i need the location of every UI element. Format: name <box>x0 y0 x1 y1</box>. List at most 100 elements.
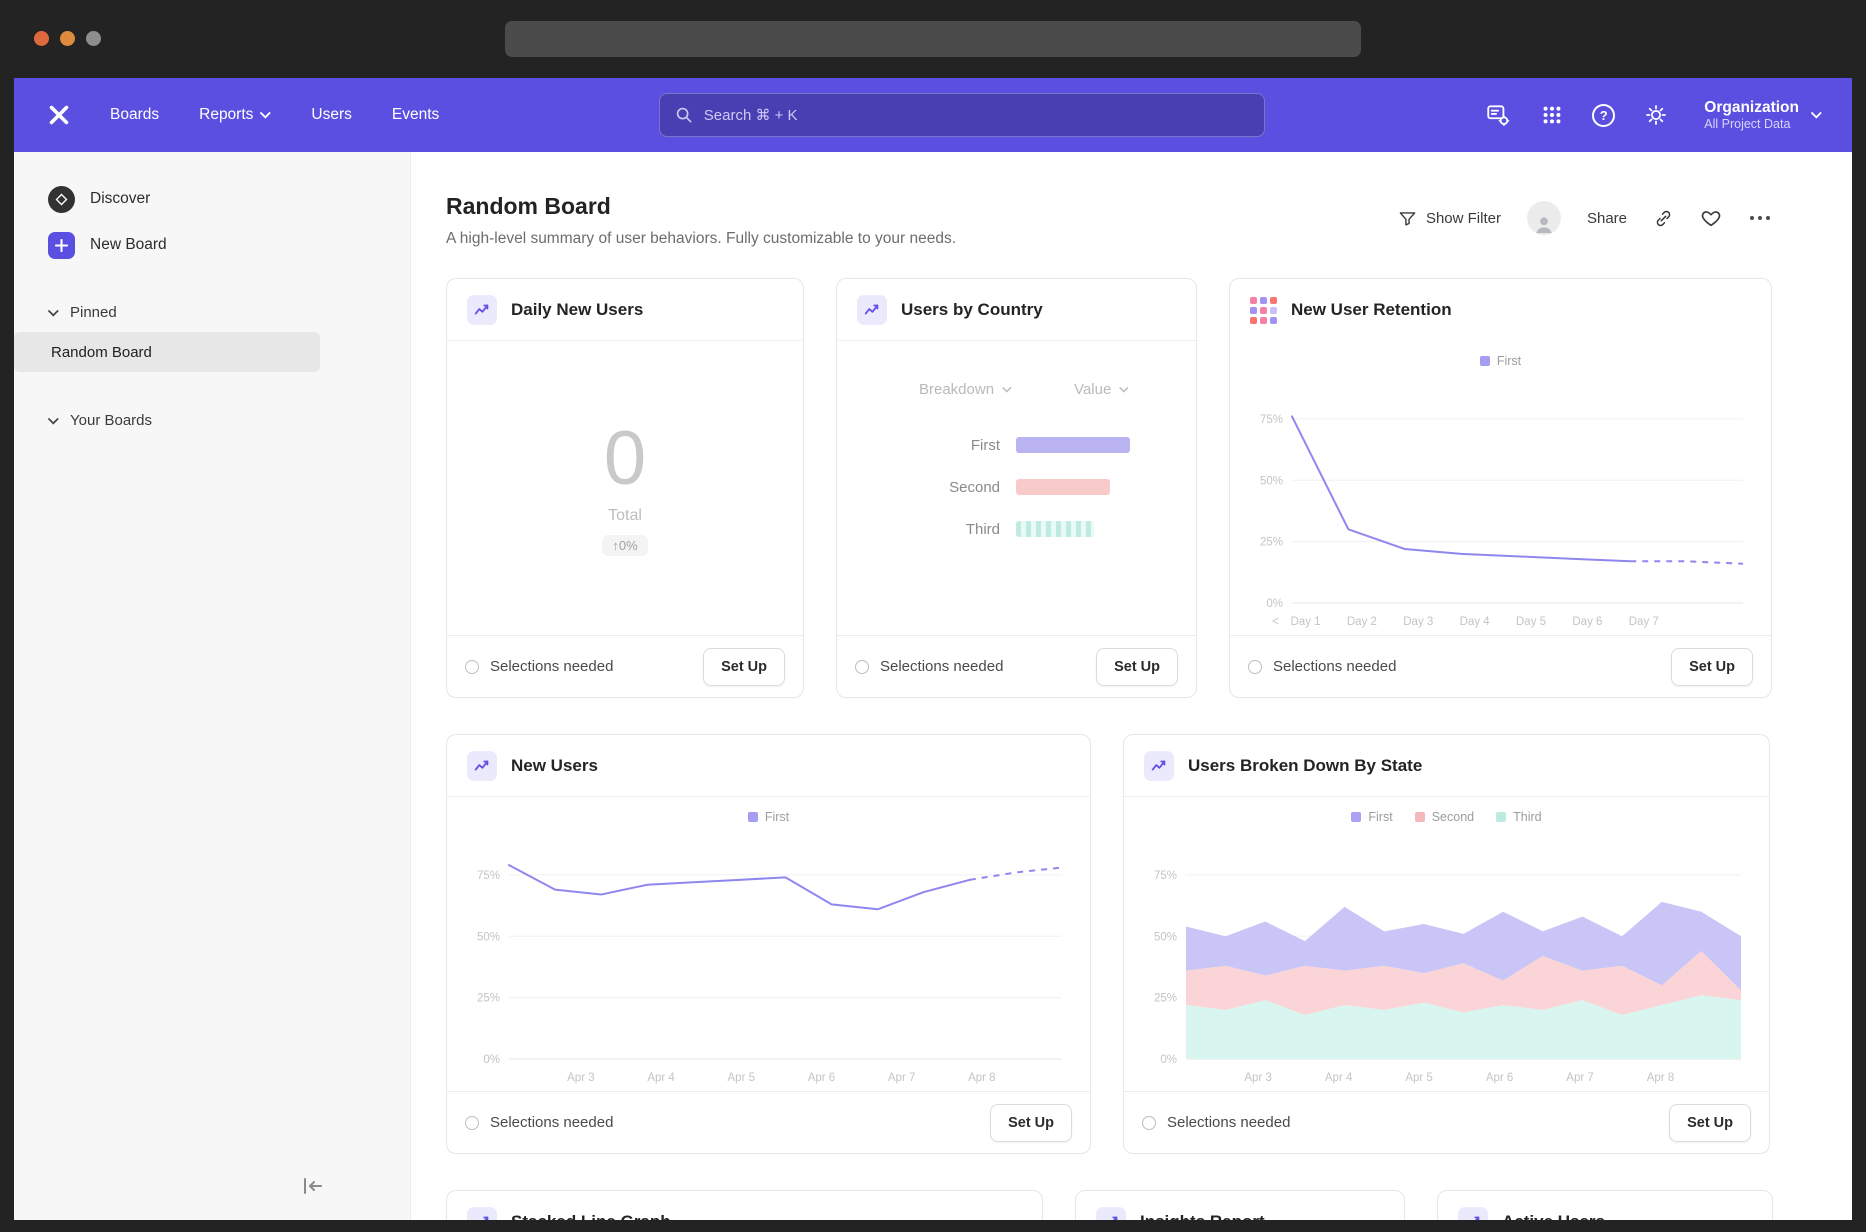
chevron-down-icon <box>48 412 59 429</box>
favorite-heart-icon[interactable] <box>1700 207 1722 229</box>
org-labels: Organization All Project Data <box>1704 98 1799 133</box>
top-nav: Boards Reports Users Events <box>14 78 1852 152</box>
legend-item[interactable]: First <box>1480 354 1521 368</box>
page-subtitle: A high-level summary of user behaviors. … <box>446 230 956 248</box>
sidebar-item-random-board[interactable]: Random Board <box>14 332 320 372</box>
apps-grid-icon[interactable] <box>1538 102 1565 129</box>
card-header: Daily New Users <box>447 279 803 341</box>
new-board-button[interactable]: New Board <box>14 222 410 268</box>
nav-links: Boards Reports Users Events <box>110 106 439 124</box>
nav-item-boards[interactable]: Boards <box>110 106 159 124</box>
card-body: Breakdown Value FirstSecondThird <box>837 341 1196 635</box>
card-title[interactable]: New User Retention <box>1291 300 1452 320</box>
state-chart: FirstSecondThird 0%25%50%75%Apr 3Apr 4Ap… <box>1124 797 1769 1091</box>
section-label: Pinned <box>70 304 117 321</box>
set-up-button[interactable]: Set Up <box>1671 648 1753 686</box>
chart-legend: First Second Third <box>1134 803 1759 831</box>
set-up-button[interactable]: Set Up <box>703 648 785 686</box>
retention-chart: First 0%25%50%75%Day 1Day 2Day 3Day 4Day… <box>1230 341 1771 635</box>
window-close-button[interactable] <box>34 31 49 46</box>
card-title[interactable]: Stacked Line Graph <box>511 1212 671 1221</box>
card-title[interactable]: New Users <box>511 756 598 776</box>
breakdown-dropdown[interactable]: Breakdown <box>919 381 1012 398</box>
card-new-user-retention: New User Retention First 0%25%50%75%Day … <box>1229 278 1772 698</box>
help-icon[interactable] <box>1592 104 1615 127</box>
nav-item-reports-label: Reports <box>199 106 253 124</box>
value-dropdown[interactable]: Value <box>1074 381 1129 398</box>
card-title[interactable]: Insights Report <box>1140 1212 1265 1221</box>
sidebar-item-discover[interactable]: Discover <box>14 176 410 222</box>
line-chart-icon <box>467 295 497 325</box>
status-circle-icon <box>855 660 869 674</box>
chart-legend: First <box>1240 347 1761 375</box>
svg-text:Apr 7: Apr 7 <box>1566 1072 1594 1084</box>
set-up-button[interactable]: Set Up <box>990 1104 1072 1142</box>
svg-text:Apr 7: Apr 7 <box>888 1072 916 1084</box>
settings-gear-icon[interactable] <box>1642 102 1669 129</box>
svg-text:Apr 3: Apr 3 <box>567 1072 595 1084</box>
legend-swatch <box>748 812 758 822</box>
nav-item-reports[interactable]: Reports <box>199 106 271 124</box>
nav-center: Search ⌘ + K <box>439 93 1484 137</box>
legend-item[interactable]: First <box>1351 810 1392 824</box>
set-up-button[interactable]: Set Up <box>1669 1104 1751 1142</box>
country-row: Second <box>837 466 1196 508</box>
board-actions: Show Filter Share <box>1398 193 1772 235</box>
card-users-by-state: Users Broken Down By State First Second Th… <box>1123 734 1770 1154</box>
country-table: FirstSecondThird <box>837 424 1196 550</box>
nav-item-users[interactable]: Users <box>311 106 351 124</box>
card-row-1: Daily New Users 0 Total ↑0% Selections n… <box>446 278 1852 698</box>
svg-text:Day 7: Day 7 <box>1629 616 1659 628</box>
search-placeholder: Search ⌘ + K <box>704 106 798 124</box>
card-title[interactable]: Daily New Users <box>511 300 643 320</box>
legend-item[interactable]: First <box>748 810 789 824</box>
show-filter-label: Show Filter <box>1426 210 1501 227</box>
country-column-headers: Breakdown Value <box>837 341 1196 398</box>
mixpanel-logo-icon[interactable] <box>44 100 74 130</box>
svg-text:Apr 8: Apr 8 <box>968 1072 996 1084</box>
value-label: Value <box>1074 381 1111 398</box>
svg-text:Day 6: Day 6 <box>1572 616 1602 628</box>
card-body: FirstSecondThird 0%25%50%75%Apr 3Apr 4Ap… <box>1124 797 1769 1091</box>
country-row: First <box>837 424 1196 466</box>
set-up-button[interactable]: Set Up <box>1096 648 1178 686</box>
copy-link-icon[interactable] <box>1653 208 1674 229</box>
show-filter-button[interactable]: Show Filter <box>1398 209 1501 228</box>
retention-grid-icon <box>1250 297 1277 324</box>
card-row-2: New Users First 0%25%50%75%Apr 3Apr 4Apr… <box>446 734 1852 1154</box>
discover-icon <box>48 186 75 213</box>
svg-text:50%: 50% <box>1260 475 1283 487</box>
window-zoom-button[interactable] <box>86 31 101 46</box>
nav-right: Organization All Project Data <box>1484 98 1822 133</box>
svg-text:Apr 5: Apr 5 <box>728 1072 756 1084</box>
legend-item[interactable]: Second <box>1415 810 1474 824</box>
stat-value: 0 <box>604 421 646 497</box>
nav-item-events[interactable]: Events <box>392 106 439 124</box>
sidebar-section-your-boards[interactable]: Your Boards <box>14 400 410 440</box>
legend-swatch <box>1496 812 1506 822</box>
card-title[interactable]: Users Broken Down By State <box>1188 756 1422 776</box>
card-title[interactable]: Active Users <box>1502 1212 1605 1221</box>
browser-url-bar[interactable] <box>505 21 1361 57</box>
country-row-label: Second <box>837 479 1000 496</box>
avatar[interactable] <box>1527 201 1561 235</box>
card-footer: Selections needed Set Up <box>1124 1091 1769 1153</box>
status-circle-icon <box>1142 1116 1156 1130</box>
search-input[interactable]: Search ⌘ + K <box>659 93 1265 137</box>
card-title[interactable]: Users by Country <box>901 300 1043 320</box>
more-options-icon[interactable] <box>1748 214 1772 222</box>
legend-item[interactable]: Third <box>1496 810 1541 824</box>
card-daily-new-users: Daily New Users 0 Total ↑0% Selections n… <box>446 278 804 698</box>
data-management-icon[interactable] <box>1484 102 1511 129</box>
card-row-3: Stacked Line Graph Insights Report <box>446 1190 1852 1220</box>
sidebar-collapse-icon[interactable] <box>302 1177 324 1200</box>
sidebar-item-label: Discover <box>90 190 150 208</box>
share-button[interactable]: Share <box>1587 210 1627 227</box>
window-minimize-button[interactable] <box>60 31 75 46</box>
sidebar-section-pinned[interactable]: Pinned <box>14 292 410 332</box>
org-switcher[interactable]: Organization All Project Data <box>1704 98 1822 133</box>
section-label: Your Boards <box>70 412 152 429</box>
search-icon <box>675 106 693 124</box>
svg-text:<: < <box>1272 616 1279 628</box>
svg-text:Apr 4: Apr 4 <box>647 1072 675 1084</box>
